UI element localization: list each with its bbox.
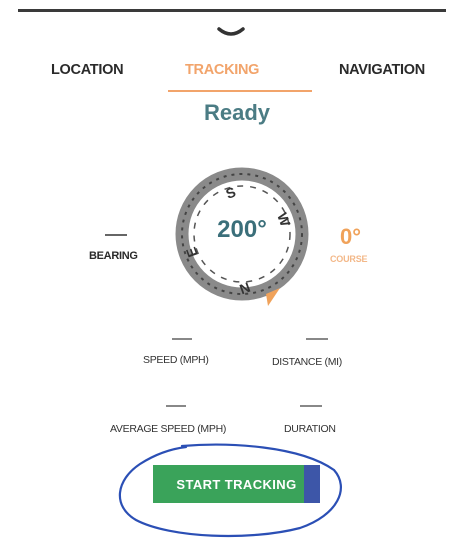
button-edge-highlight	[304, 465, 320, 503]
average-speed-label: AVERAGE SPEED (MPH)	[110, 423, 227, 435]
speed-value-placeholder	[172, 338, 192, 340]
compass-south-label: S	[224, 184, 238, 202]
chevron-down-icon[interactable]	[216, 26, 246, 38]
speed-label: SPEED (MPH)	[143, 354, 209, 366]
course-value: 0°	[340, 224, 362, 249]
duration-value-placeholder	[300, 405, 322, 407]
tab-tracking[interactable]: TRACKING	[185, 62, 259, 78]
heading-value: 200°	[217, 216, 267, 243]
bearing-label: BEARING	[89, 250, 138, 262]
average-speed-value-placeholder	[166, 405, 186, 407]
course-label: COURSE	[330, 254, 368, 264]
distance-label: DISTANCE (MI)	[272, 356, 342, 368]
tracking-status: Ready	[203, 100, 271, 125]
top-divider	[18, 9, 446, 12]
tab-location[interactable]: LOCATION	[51, 62, 124, 78]
bearing-value-placeholder	[105, 234, 127, 236]
tab-navigation[interactable]: NAVIGATION	[339, 62, 425, 78]
tab-bar: LOCATION TRACKING NAVIGATION	[0, 62, 464, 92]
start-tracking-label: START TRACKING	[176, 476, 297, 492]
start-tracking-button[interactable]: START TRACKING	[153, 465, 320, 503]
duration-label: DURATION	[284, 423, 336, 435]
active-tab-indicator	[168, 90, 312, 92]
distance-value-placeholder	[306, 338, 328, 340]
